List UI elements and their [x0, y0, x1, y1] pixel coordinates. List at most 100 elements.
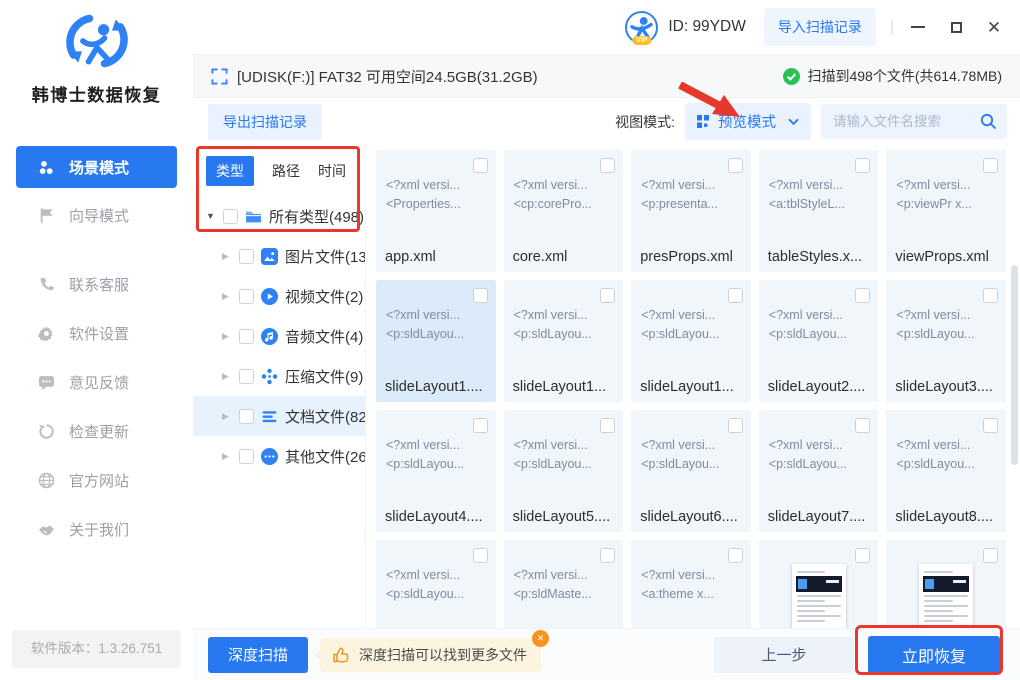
tree-item-label: 压缩文件(9) [285, 366, 363, 387]
tree-item-video-file[interactable]: ▶视频文件(2) [193, 276, 365, 316]
checkbox[interactable] [239, 249, 254, 264]
sidebar-item-feedback[interactable]: 意见反馈 [0, 358, 193, 407]
caret-down-icon[interactable]: ▼ [206, 211, 216, 221]
tree-item-label: 其他文件(26... [285, 446, 365, 467]
minimize-button[interactable] [910, 19, 926, 35]
file-card[interactable]: <?xml versi...<a:theme x... [631, 540, 751, 628]
vertical-scrollbar[interactable] [1011, 265, 1018, 465]
tab-path[interactable]: 路径 [272, 156, 300, 186]
tree-item-audio-file[interactable]: ▶音频文件(4) [193, 316, 365, 356]
search-input[interactable] [831, 113, 980, 130]
file-card[interactable]: <?xml versi...<p:sldLayou...slideLayout7… [759, 410, 879, 532]
tree-item-archive-file[interactable]: ▶ 压缩文件(9) [193, 356, 365, 396]
checkbox[interactable] [600, 418, 615, 433]
sidebar-item-gear[interactable]: 软件设置 [0, 309, 193, 358]
file-card[interactable]: <?xml versi...<p:viewPr x...viewProps.xm… [886, 150, 1006, 272]
file-card[interactable]: <?xml versi...<p:sldLayou...slideLayout6… [631, 410, 751, 532]
drive-info: [UDISK(F:)] FAT32 可用空间24.5GB(31.2GB) [237, 66, 538, 87]
file-card[interactable]: <?xml versi...<p:sldLayou...slideLayout8… [886, 410, 1006, 532]
view-mode-dropdown[interactable]: 预览模式 [685, 103, 811, 140]
checkbox[interactable] [983, 158, 998, 173]
file-card[interactable]: <?xml versi...<p:sldLayou...slideLayout1… [504, 280, 624, 402]
archive-file-icon [261, 368, 278, 385]
checkbox[interactable] [983, 288, 998, 303]
checkbox[interactable] [728, 418, 743, 433]
checkbox[interactable] [239, 289, 254, 304]
caret-right-icon[interactable]: ▶ [222, 451, 232, 462]
tab-type[interactable]: 类型 [206, 156, 254, 186]
tab-time[interactable]: 时间 [318, 156, 346, 186]
checkbox[interactable] [600, 548, 615, 563]
checkbox[interactable] [855, 288, 870, 303]
file-preview-text: <?xml versi...<cp:corePro... [514, 176, 620, 214]
file-card[interactable]: <?xml versi...<p:sldLayou...slideLayout3… [886, 280, 1006, 402]
file-card[interactable]: <?xml versi...<cp:corePro...core.xml [504, 150, 624, 272]
checkbox[interactable] [473, 548, 488, 563]
file-card[interactable] [759, 540, 879, 628]
checkbox[interactable] [983, 418, 998, 433]
sidebar-item-update[interactable]: 检查更新 [0, 407, 193, 456]
export-scan-record-button[interactable]: 导出扫描记录 [208, 104, 322, 140]
close-button[interactable]: ✕ [986, 19, 1002, 35]
checkbox[interactable] [473, 288, 488, 303]
file-card[interactable]: <?xml versi...<p:sldMaste... [504, 540, 624, 628]
file-preview-text: <?xml versi...<p:sldLayou... [386, 436, 492, 474]
image-file-icon [261, 248, 278, 265]
checkbox[interactable] [239, 449, 254, 464]
sidebar-item-scene-mode[interactable]: 场景模式 [16, 146, 177, 188]
app-window: 韩博士数据恢复 场景模式 向导模式 联系客服软件设置意见反馈检查更新官方网站关于… [0, 0, 1020, 680]
file-card[interactable]: <?xml versi...<p:sldLayou...slideLayout1… [376, 280, 496, 402]
file-card[interactable]: <?xml versi...<p:sldLayou...slideLayout5… [504, 410, 624, 532]
tree-item-other-file[interactable]: ▶ 其他文件(26... [193, 436, 365, 476]
file-name: app.xml [385, 249, 492, 265]
search-icon[interactable] [980, 113, 997, 130]
file-card[interactable]: <?xml versi...<a:tblStyleL...tableStyles… [759, 150, 879, 272]
caret-right-icon[interactable]: ▶ [222, 371, 232, 382]
sidebar-item-globe[interactable]: 官方网站 [0, 456, 193, 505]
tree-root-all-types[interactable]: ▼ 所有类型(498) [193, 196, 365, 236]
sidebar-item-handshake[interactable]: 关于我们 [0, 505, 193, 554]
tree-item-document-file[interactable]: ▶文档文件(82) [193, 396, 365, 436]
deep-scan-button[interactable]: 深度扫描 [208, 637, 308, 673]
caret-right-icon[interactable]: ▶ [222, 411, 232, 422]
checkbox[interactable] [223, 209, 238, 224]
checkbox[interactable] [473, 418, 488, 433]
checkbox[interactable] [855, 548, 870, 563]
user-avatar[interactable]: VIP [625, 11, 658, 44]
checkbox[interactable] [239, 369, 254, 384]
previous-step-button[interactable]: 上一步 [714, 637, 854, 673]
sidebar-item-phone[interactable]: 联系客服 [0, 260, 193, 309]
file-card[interactable]: <?xml versi...<p:sldLayou...slideLayout4… [376, 410, 496, 532]
checkbox[interactable] [983, 548, 998, 563]
scan-status: 扫描到498个文件(共614.78MB) [807, 66, 1002, 86]
checkbox[interactable] [728, 158, 743, 173]
checkbox[interactable] [855, 158, 870, 173]
sidebar-item-wizard-mode[interactable]: 向导模式 [16, 194, 177, 236]
caret-right-icon[interactable]: ▶ [222, 291, 232, 302]
tooltip-close-icon[interactable]: ✕ [532, 630, 549, 647]
file-preview-text: <?xml versi...<p:sldLayou... [514, 436, 620, 474]
checkbox[interactable] [728, 288, 743, 303]
caret-right-icon[interactable]: ▶ [222, 331, 232, 342]
checkbox[interactable] [855, 418, 870, 433]
file-card[interactable]: <?xml versi...<p:sldLayou... [376, 540, 496, 628]
maximize-button[interactable] [948, 19, 964, 35]
file-card[interactable]: <?xml versi...<p:sldLayou...slideLayout1… [631, 280, 751, 402]
pointing-hand-icon [332, 645, 351, 664]
file-card[interactable] [886, 540, 1006, 628]
checkbox[interactable] [239, 329, 254, 344]
checkbox[interactable] [473, 158, 488, 173]
checkbox[interactable] [728, 548, 743, 563]
import-scan-record-button[interactable]: 导入扫描记录 [764, 8, 876, 46]
checkbox[interactable] [600, 288, 615, 303]
sidebar-nav: 场景模式 向导模式 [0, 146, 193, 236]
file-card[interactable]: <?xml versi...<p:sldLayou...slideLayout2… [759, 280, 879, 402]
checkbox[interactable] [239, 409, 254, 424]
checkbox[interactable] [600, 158, 615, 173]
file-card[interactable]: <?xml versi...<Properties...app.xml [376, 150, 496, 272]
file-card[interactable]: <?xml versi...<p:presenta...presProps.xm… [631, 150, 751, 272]
recover-now-button[interactable]: 立即恢复 [868, 636, 1000, 674]
caret-right-icon[interactable]: ▶ [222, 251, 232, 262]
file-grid: <?xml versi...<Properties...app.xml<?xml… [376, 150, 1006, 628]
tree-item-image-file[interactable]: ▶图片文件(13... [193, 236, 365, 276]
